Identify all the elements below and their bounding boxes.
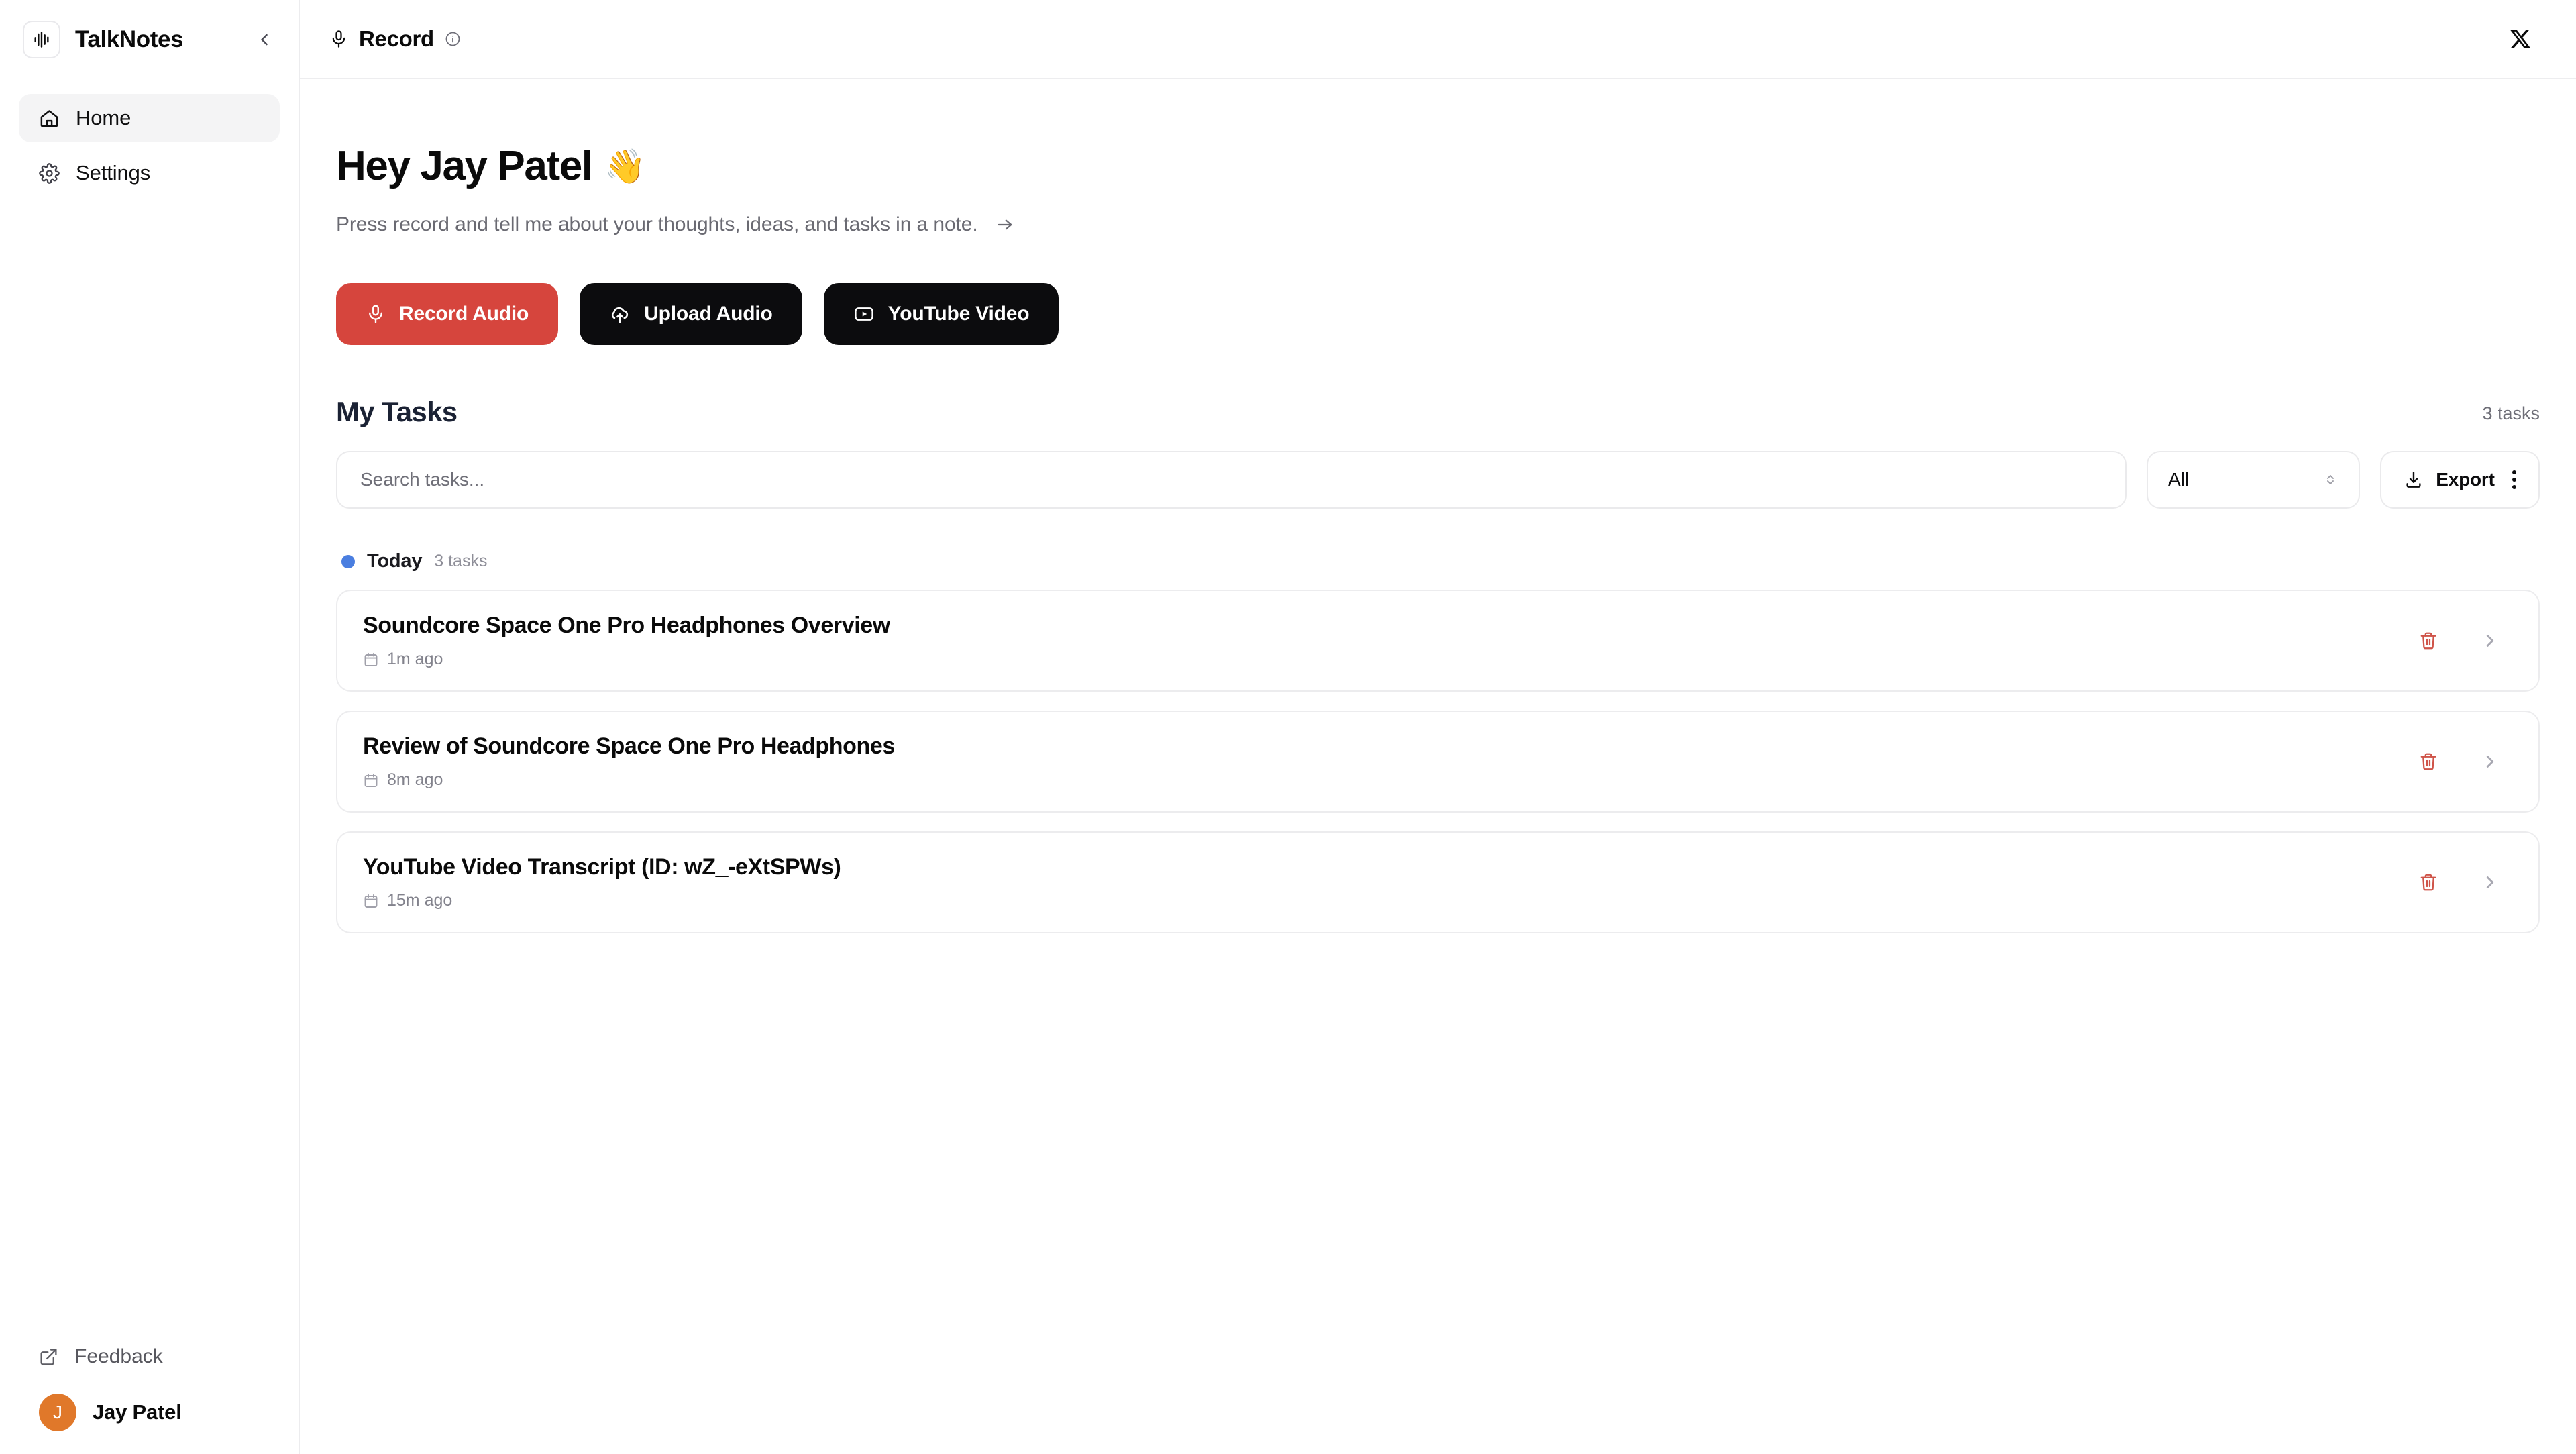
tasks-filter-row: All	[336, 451, 2540, 509]
sidebar-item-settings-label: Settings	[76, 161, 150, 185]
task-main: YouTube Video Transcript (ID: wZ_-eXtSPW…	[363, 854, 841, 911]
brand-name: TalkNotes	[75, 26, 183, 53]
feedback-button[interactable]: Feedback	[19, 1335, 280, 1379]
sidebar-collapse-button[interactable]	[249, 24, 280, 55]
calendar-icon	[363, 893, 379, 909]
youtube-icon	[853, 303, 875, 325]
task-row[interactable]: YouTube Video Transcript (ID: wZ_-eXtSPW…	[336, 831, 2540, 933]
tasks-section-header: My Tasks 3 tasks	[336, 396, 2540, 428]
microphone-icon	[366, 304, 386, 324]
youtube-video-button[interactable]: YouTube Video	[824, 283, 1059, 345]
more-vertical-icon[interactable]	[2507, 470, 2516, 489]
task-timestamp: 1m ago	[387, 650, 443, 669]
open-task-button[interactable]	[2473, 623, 2508, 658]
task-meta: 15m ago	[363, 891, 841, 911]
filter-select[interactable]: All	[2147, 451, 2360, 509]
sidebar-spacer	[0, 197, 299, 1335]
microphone-icon	[329, 30, 348, 48]
upload-audio-label: Upload Audio	[644, 303, 772, 325]
waveform-icon	[23, 21, 60, 58]
record-audio-button[interactable]: Record Audio	[336, 283, 558, 345]
page-greeting: Hey Jay Patel 👋	[336, 144, 2540, 189]
tasks-count: 3 tasks	[2482, 403, 2540, 428]
sidebar-nav: Home Settings	[0, 79, 299, 197]
home-icon	[39, 108, 60, 129]
app-root: TalkNotes Home	[0, 0, 2576, 1454]
tasks-title: My Tasks	[336, 396, 457, 428]
task-actions	[2411, 623, 2508, 658]
page-subtitle: Press record and tell me about your thou…	[336, 213, 978, 236]
waving-hand-icon: 👋	[604, 148, 645, 185]
sidebar-footer: Feedback J Jay Patel	[0, 1335, 299, 1454]
chevron-up-down-icon	[2322, 472, 2339, 488]
sidebar-item-settings[interactable]: Settings	[19, 149, 280, 197]
task-actions	[2411, 865, 2508, 900]
group-status-dot	[341, 555, 355, 568]
topbar: Record	[300, 0, 2576, 79]
task-title: Review of Soundcore Space One Pro Headph…	[363, 733, 895, 760]
external-link-icon	[39, 1347, 58, 1367]
task-main: Review of Soundcore Space One Pro Headph…	[363, 733, 895, 790]
chevron-right-icon	[2480, 631, 2500, 651]
task-row[interactable]: Review of Soundcore Space One Pro Headph…	[336, 711, 2540, 813]
task-list: Soundcore Space One Pro Headphones Overv…	[336, 590, 2540, 933]
calendar-icon	[363, 652, 379, 668]
open-task-button[interactable]	[2473, 744, 2508, 779]
task-group-header: Today 3 tasks	[336, 550, 2540, 572]
delete-task-button[interactable]	[2411, 744, 2446, 779]
action-buttons-row: Record Audio Upload Audio	[336, 283, 2540, 345]
greeting-text: Hey Jay Patel	[336, 144, 592, 189]
task-row[interactable]: Soundcore Space One Pro Headphones Overv…	[336, 590, 2540, 692]
task-title: Soundcore Space One Pro Headphones Overv…	[363, 613, 890, 639]
open-task-button[interactable]	[2473, 865, 2508, 900]
export-button[interactable]: Export	[2380, 451, 2540, 509]
search-input[interactable]	[336, 451, 2127, 509]
x-logo-button[interactable]	[2501, 19, 2540, 58]
chevron-left-icon	[255, 30, 274, 49]
upload-audio-button[interactable]: Upload Audio	[580, 283, 802, 345]
task-main: Soundcore Space One Pro Headphones Overv…	[363, 613, 890, 669]
feedback-label: Feedback	[74, 1345, 163, 1368]
page-subtitle-row: Press record and tell me about your thou…	[336, 213, 2540, 236]
download-icon	[2404, 470, 2424, 490]
delete-task-button[interactable]	[2411, 623, 2446, 658]
sidebar-header: TalkNotes	[0, 0, 299, 79]
chevron-right-icon	[2480, 872, 2500, 892]
task-timestamp: 8m ago	[387, 770, 443, 790]
page-content: Hey Jay Patel 👋 Press record and tell me…	[300, 79, 2576, 1454]
cloud-upload-icon	[609, 303, 631, 325]
record-audio-label: Record Audio	[399, 303, 529, 325]
calendar-icon	[363, 772, 379, 788]
task-timestamp: 15m ago	[387, 891, 452, 911]
task-group-label: Today	[367, 550, 422, 572]
avatar: J	[39, 1394, 76, 1431]
task-meta: 1m ago	[363, 650, 890, 669]
trash-icon	[2418, 631, 2438, 651]
trash-icon	[2418, 872, 2438, 892]
trash-icon	[2418, 751, 2438, 772]
main-area: Record	[300, 0, 2576, 1454]
chevron-right-icon	[2480, 751, 2500, 772]
gear-icon	[39, 163, 60, 184]
youtube-video-label: YouTube Video	[888, 303, 1030, 325]
sidebar-item-home[interactable]: Home	[19, 94, 280, 142]
sidebar: TalkNotes Home	[0, 0, 300, 1454]
topbar-title-group: Record	[329, 26, 461, 52]
task-group-count: 3 tasks	[434, 552, 487, 571]
filter-select-value: All	[2168, 469, 2189, 490]
sidebar-item-home-label: Home	[76, 106, 131, 130]
arrow-right-icon[interactable]	[996, 215, 1014, 234]
info-circle-icon[interactable]	[445, 31, 461, 47]
task-actions	[2411, 744, 2508, 779]
user-name: Jay Patel	[93, 1400, 182, 1424]
task-title: YouTube Video Transcript (ID: wZ_-eXtSPW…	[363, 854, 841, 880]
x-logo-icon	[2509, 28, 2532, 50]
user-profile-button[interactable]: J Jay Patel	[19, 1388, 280, 1431]
delete-task-button[interactable]	[2411, 865, 2446, 900]
export-label: Export	[2436, 469, 2494, 490]
page-title: Record	[359, 26, 434, 52]
task-meta: 8m ago	[363, 770, 895, 790]
topbar-right	[2501, 19, 2540, 58]
